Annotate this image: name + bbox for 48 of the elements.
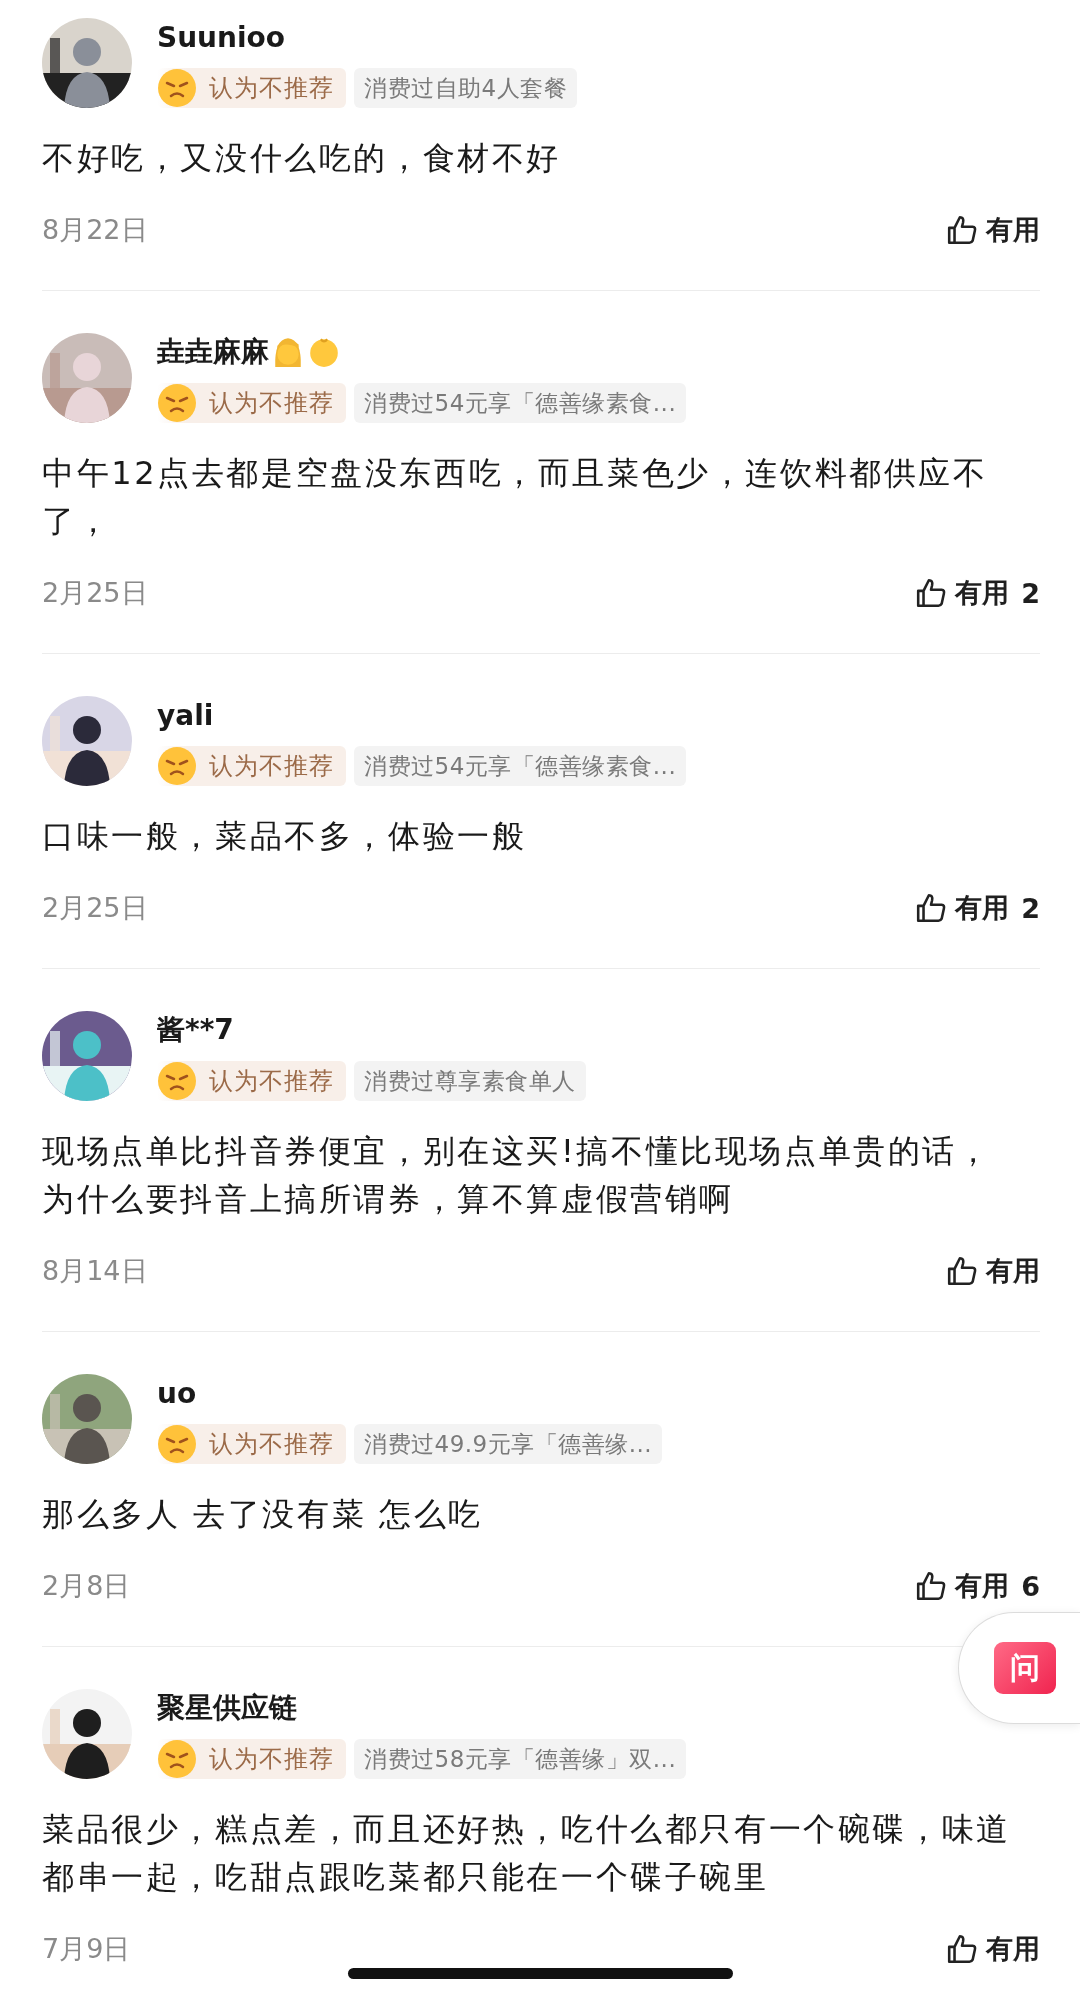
helpful-button[interactable]: 有用 2 [915, 890, 1040, 926]
user-name: yali [157, 698, 214, 732]
review-date: 8月14日 [42, 1254, 148, 1288]
helpful-button[interactable]: 有用 6 [915, 1568, 1040, 1604]
review-date: 2月8日 [42, 1569, 131, 1603]
user-name: 垚垚麻麻 [157, 334, 269, 370]
rating-label: 认为不推荐 [209, 751, 334, 782]
review-text: 中午12点去都是空盘没东西吃，而且菜色少，连饮料都供应不了， [42, 453, 989, 542]
purchase-tag: 消费过54元享「德善缘素食... [354, 746, 687, 786]
purchase-tag: 消费过54元享「德善缘素食... [354, 383, 687, 423]
rating-label: 认为不推荐 [209, 388, 334, 419]
purchase-tag: 消费过58元享「德善缘」双... [354, 1739, 687, 1779]
angry-face-icon [157, 1739, 197, 1779]
rating-label: 认为不推荐 [209, 1744, 334, 1775]
angry-face-icon [157, 746, 197, 786]
helpful-button[interactable]: 有用 [946, 1931, 1040, 1967]
angry-face-icon [157, 1061, 197, 1101]
user-name: uo [157, 1376, 197, 1410]
helpful-button[interactable]: 有用 [946, 212, 1040, 248]
review-date: 8月22日 [42, 213, 148, 247]
angry-face-icon [157, 1424, 197, 1464]
review-text: 口味一般，菜品不多，体验一般 [42, 816, 528, 857]
user-name: 聚星供应链 [157, 1690, 297, 1726]
review-text: 不好吃，又没什么吃的，食材不好 [42, 138, 562, 179]
review-text: 那么多人 去了没有菜 怎么吃 [42, 1494, 484, 1535]
review-text: 现场点单比抖音券便宜，别在这买!搞不懂比现场点单贵的话，为什么要抖音上搞所谓券，算不算虚假营销啊 [42, 1131, 993, 1220]
angry-face-icon [157, 383, 197, 423]
review-date: 2月25日 [42, 576, 148, 610]
user-name: 酱**7 [157, 1012, 234, 1048]
thumbs-up-icon [915, 892, 948, 924]
thumbs-up-icon [915, 1570, 948, 1602]
purchase-tag: 消费过尊享素食单人 [354, 1061, 586, 1101]
purchase-tag: 消费过自助4人套餐 [354, 68, 578, 108]
thumbs-up-icon [915, 577, 948, 609]
review-date: 7月9日 [42, 1932, 131, 1966]
rating-label: 认为不推荐 [209, 73, 334, 104]
rating-label: 认为不推荐 [209, 1066, 334, 1097]
rating-label: 认为不推荐 [209, 1429, 334, 1460]
angry-face-icon [157, 68, 197, 108]
thumbs-up-icon [946, 1255, 978, 1287]
user-name: Suunioo [157, 20, 286, 54]
helpful-button[interactable]: 有用 2 [915, 575, 1040, 611]
thumbs-up-icon [946, 1933, 978, 1965]
purchase-tag: 消费过49.9元享「德善缘... [354, 1424, 663, 1464]
helpful-button[interactable]: 有用 [946, 1253, 1040, 1289]
review-text: 菜品很少，糕点差，而且还好热，吃什么都只有一个碗碟，味道都串一起，吃甜点跟吃菜都只能在一个碟子碗里 [42, 1809, 1012, 1898]
review-date: 2月25日 [42, 891, 148, 925]
thumbs-up-icon [946, 214, 978, 246]
